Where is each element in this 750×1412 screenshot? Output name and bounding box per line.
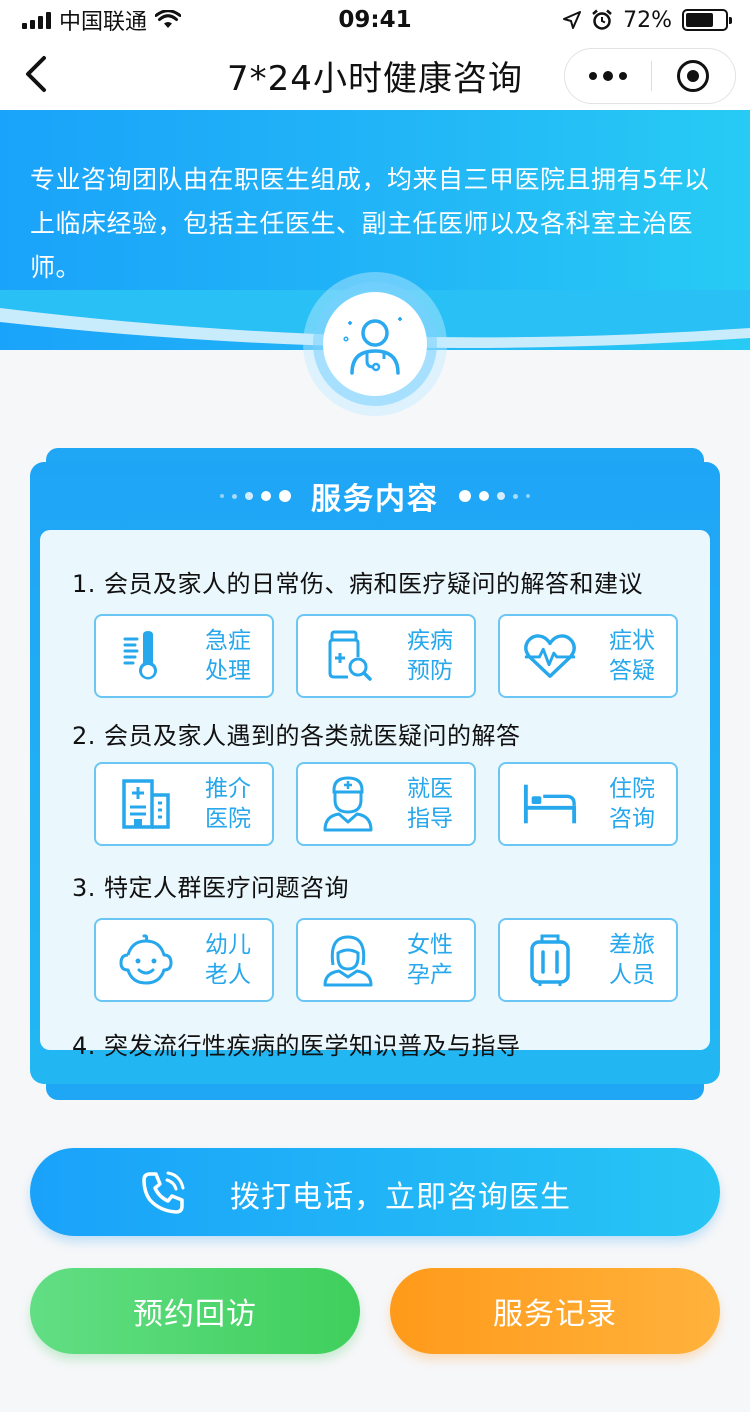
battery-percent: 72% bbox=[623, 7, 672, 33]
tile-business-travelers[interactable]: 差旅 人员 bbox=[498, 918, 678, 1002]
tile-symptom-qa[interactable]: 症状 答疑 bbox=[498, 614, 678, 698]
tile-label-line1: 症状 bbox=[609, 628, 655, 654]
tile-label-line2: 人员 bbox=[609, 962, 655, 988]
doctor-icon bbox=[343, 317, 402, 375]
tile-label-line2: 指导 bbox=[407, 806, 453, 832]
section-title-2: 2. 会员及家人遇到的各类就医疑问的解答 bbox=[72, 722, 521, 750]
tile-label-line2: 预防 bbox=[407, 658, 453, 684]
decorative-dots-left bbox=[220, 490, 291, 502]
thermometer-icon bbox=[118, 628, 174, 684]
tile-women-maternity[interactable]: 女性 孕产 bbox=[296, 918, 476, 1002]
tile-label-line1: 女性 bbox=[407, 932, 453, 958]
section-2-tiles: 推介 医院 就医 指导 住院 咨询 bbox=[94, 762, 678, 846]
tile-label-line2: 孕产 bbox=[407, 962, 453, 988]
woman-icon bbox=[320, 932, 376, 988]
nav-bar: 7*24小时健康咨询 bbox=[0, 40, 750, 110]
tile-medical-guidance[interactable]: 就医 指导 bbox=[296, 762, 476, 846]
tile-recommend-hospital[interactable]: 推介 医院 bbox=[94, 762, 274, 846]
battery-icon bbox=[682, 9, 732, 31]
tile-label-line1: 幼儿 bbox=[205, 932, 251, 958]
section-title-4: 4. 突发流行性疾病的医学知识普及与指导 bbox=[72, 1032, 521, 1060]
tile-label-line1: 就医 bbox=[407, 776, 453, 802]
call-doctor-button[interactable]: 拨打电话，立即咨询医生 bbox=[30, 1148, 720, 1236]
tile-label-line2: 处理 bbox=[205, 658, 251, 684]
status-bar: 中国联通 09:41 72% bbox=[0, 0, 750, 40]
tile-label-line1: 疾病 bbox=[407, 628, 453, 654]
service-card-body: 1. 会员及家人的日常伤、病和医疗疑问的解答和建议 急症 处理 疾病 预防 症状… bbox=[40, 530, 710, 1060]
section-3-tiles: 幼儿 老人 女性 孕产 差旅 人员 bbox=[94, 918, 678, 1002]
more-button[interactable] bbox=[565, 49, 651, 103]
heart-pulse-icon bbox=[522, 628, 578, 684]
phone-icon bbox=[142, 1171, 185, 1214]
hospital-building-icon bbox=[118, 776, 174, 832]
service-card-header: 服务内容 bbox=[30, 462, 720, 530]
section-title-1: 1. 会员及家人的日常伤、病和医疗疑问的解答和建议 bbox=[72, 570, 644, 598]
doctor-avatar-badge bbox=[323, 292, 427, 396]
tile-label-line2: 老人 bbox=[205, 962, 251, 988]
back-button[interactable] bbox=[18, 54, 58, 94]
service-records-button[interactable]: 服务记录 bbox=[390, 1268, 720, 1354]
banner-description: 专业咨询团队由在职医生组成，均来自三甲医院且拥有5年以上临床经验，包括主任医生、… bbox=[30, 165, 710, 282]
tile-label-line1: 差旅 bbox=[609, 932, 655, 958]
call-button-label: 拨打电话，立即咨询医生 bbox=[230, 1180, 571, 1215]
service-card: 服务内容 1. 会员及家人的日常伤、病和医疗疑问的解答和建议 急症 处理 疾病 … bbox=[30, 462, 720, 1084]
hospital-bed-icon bbox=[522, 776, 578, 832]
location-arrow-icon bbox=[563, 11, 582, 29]
miniprogram-capsule bbox=[564, 48, 736, 104]
tile-children-elderly[interactable]: 幼儿 老人 bbox=[94, 918, 274, 1002]
section-1-tiles: 急症 处理 疾病 预防 症状 答疑 bbox=[94, 614, 678, 698]
nurse-icon bbox=[320, 776, 376, 832]
medicine-bottle-icon bbox=[320, 628, 376, 684]
tile-hospitalization-consult[interactable]: 住院 咨询 bbox=[498, 762, 678, 846]
signal-icon bbox=[22, 11, 51, 29]
wifi-icon bbox=[155, 10, 182, 28]
chevron-left-icon bbox=[26, 56, 46, 92]
tile-label-line2: 咨询 bbox=[609, 806, 655, 832]
decorative-dots-right bbox=[459, 490, 530, 502]
close-miniprogram-button[interactable] bbox=[652, 49, 736, 103]
section-title-3: 3. 特定人群医疗问题咨询 bbox=[72, 874, 350, 902]
tile-label-line2: 医院 bbox=[205, 806, 251, 832]
tile-emergency[interactable]: 急症 处理 bbox=[94, 614, 274, 698]
tile-label-line2: 答疑 bbox=[609, 658, 655, 684]
tile-label-line1: 住院 bbox=[609, 776, 655, 802]
battery-fill bbox=[686, 13, 714, 27]
tile-disease-prevention[interactable]: 疾病 预防 bbox=[296, 614, 476, 698]
status-right: 72% bbox=[563, 7, 732, 33]
target-close-icon bbox=[677, 60, 710, 92]
status-left: 中国联通 bbox=[22, 4, 182, 36]
carrier-label: 中国联通 bbox=[59, 10, 148, 35]
alarm-icon bbox=[592, 9, 612, 30]
service-records-label: 服务记录 bbox=[493, 1297, 617, 1332]
luggage-icon bbox=[522, 932, 578, 988]
tile-label-line1: 推介 bbox=[205, 776, 251, 802]
schedule-callback-button[interactable]: 预约回访 bbox=[30, 1268, 360, 1354]
tile-label-line1: 急症 bbox=[205, 628, 251, 654]
more-dots-icon bbox=[588, 72, 597, 80]
schedule-callback-label: 预约回访 bbox=[133, 1297, 257, 1332]
service-card-title: 服务内容 bbox=[311, 482, 439, 517]
baby-face-icon bbox=[118, 932, 174, 988]
